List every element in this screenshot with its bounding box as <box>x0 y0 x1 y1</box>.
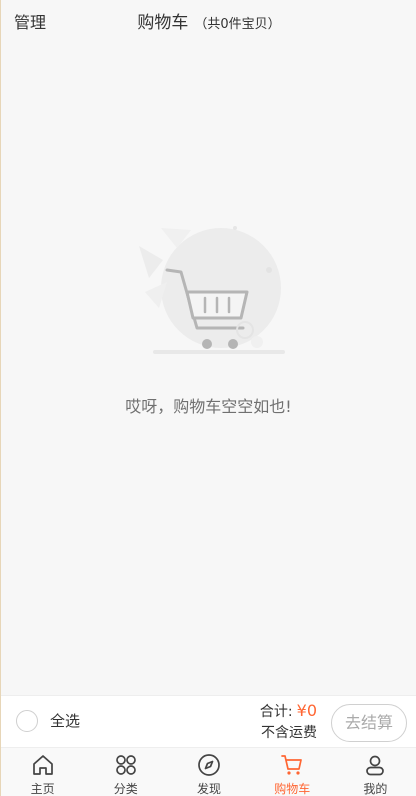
top-bar: 管理 购物车 （共0件宝贝） <box>1 0 416 46</box>
select-all-radio[interactable] <box>16 710 38 732</box>
total-amount: ¥0 <box>296 701 317 720</box>
page-title: 购物车 （共0件宝贝） <box>1 12 416 36</box>
tab-profile[interactable]: 我的 <box>334 748 416 796</box>
cart-icon <box>281 755 303 775</box>
tab-home[interactable]: 主页 <box>1 748 84 796</box>
tab-cart-label: 购物车 <box>274 782 311 796</box>
compass-icon <box>198 754 220 776</box>
empty-cart-illustration <box>129 220 293 388</box>
empty-cart-icon <box>139 226 285 354</box>
total-summary: 合计: ¥0 不含运费 <box>260 702 317 742</box>
home-icon <box>32 755 53 775</box>
tab-profile-label: 我的 <box>363 782 388 796</box>
bottom-tab-bar: 主页 分类 发现 购物车 我的 <box>1 747 416 796</box>
category-icon <box>115 755 136 775</box>
cart-page: 管理 购物车 （共0件宝贝） 哎呀，购物车空空如也! 全选 合计: ¥0 不含运… <box>0 0 416 796</box>
checkout-button[interactable]: 去结算 <box>331 704 407 742</box>
empty-cart-message: 哎呀，购物车空空如也! <box>125 397 292 416</box>
item-count: （共0件宝贝） <box>194 17 281 32</box>
tab-home-label: 主页 <box>30 782 55 796</box>
tab-category[interactable]: 分类 <box>84 748 167 796</box>
shipping-note: 不含运费 <box>261 725 317 741</box>
tab-cart[interactable]: 购物车 <box>251 748 334 796</box>
tab-category-label: 分类 <box>113 782 138 796</box>
user-icon <box>366 755 385 776</box>
total-row: 合计: ¥0 <box>260 702 317 721</box>
tab-discover-label: 发现 <box>197 782 222 796</box>
select-all-label[interactable]: 全选 <box>50 711 80 731</box>
total-label: 合计: <box>259 704 293 720</box>
page-title-text: 购物车 <box>137 13 189 33</box>
tab-discover[interactable]: 发现 <box>167 748 250 796</box>
checkout-bar: 全选 合计: ¥0 不含运费 去结算 <box>1 695 416 747</box>
